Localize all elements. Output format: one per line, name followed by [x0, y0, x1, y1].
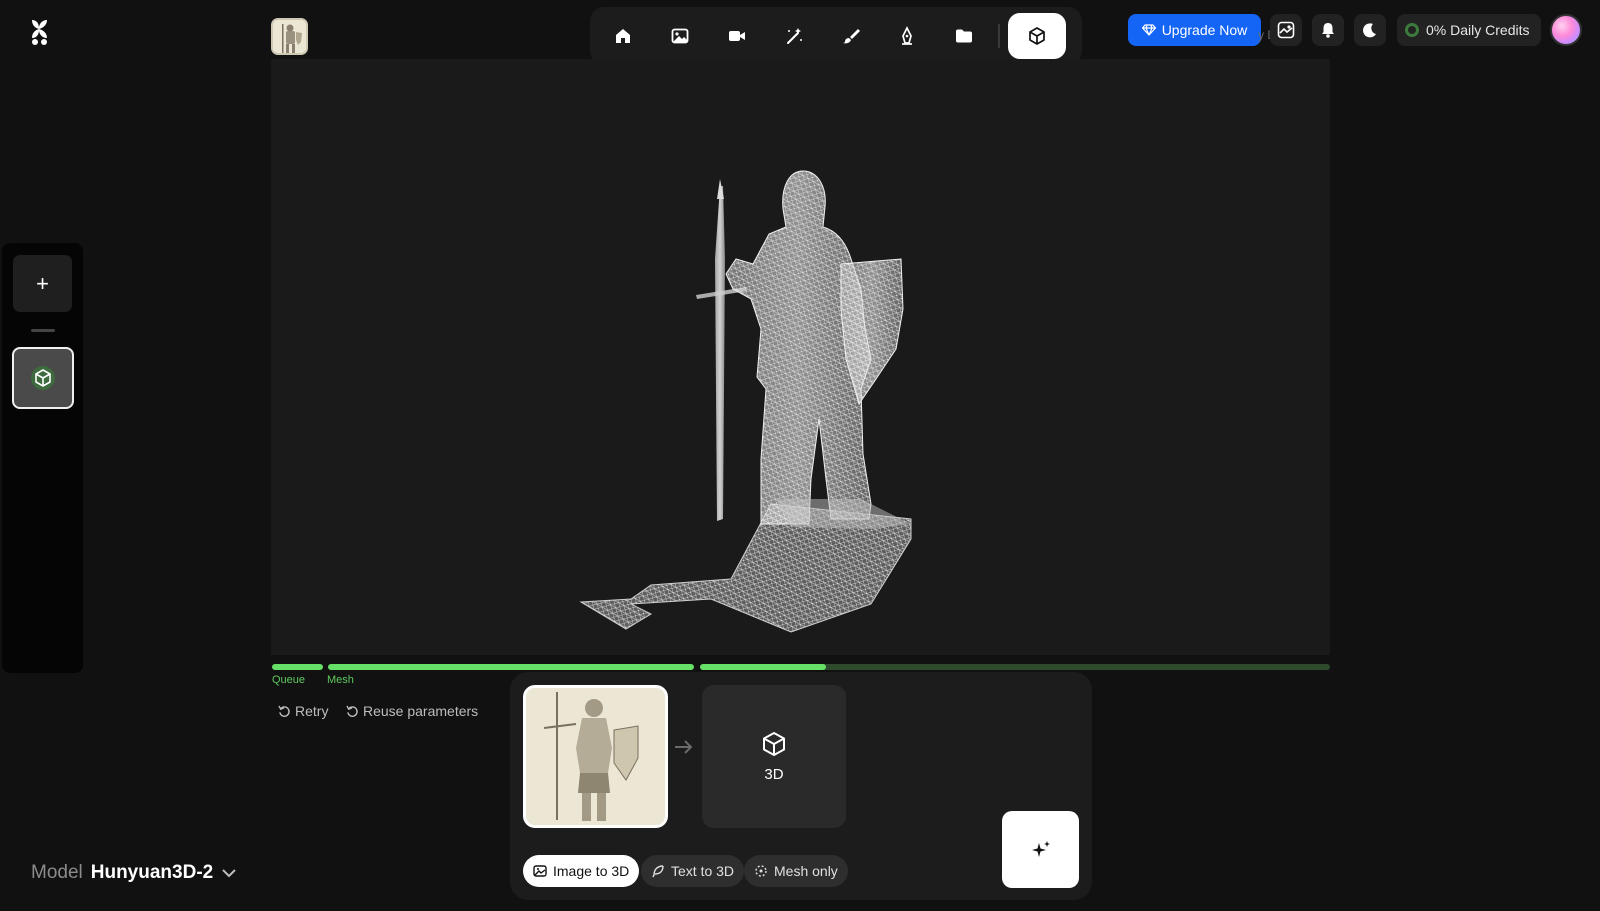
mode-image-to-3d[interactable]: Image to 3D	[523, 855, 640, 887]
output-3d-box[interactable]: 3D	[702, 685, 846, 828]
theme-toggle-button[interactable]	[1354, 14, 1386, 46]
3d-viewport[interactable]	[271, 59, 1330, 655]
credits-label: 0% Daily Credits	[1426, 22, 1530, 38]
model-label: Model	[31, 862, 83, 883]
progress-mesh-label: Mesh	[327, 674, 354, 686]
video-icon[interactable]	[714, 13, 761, 59]
main-toolbar	[590, 7, 1082, 65]
sidebar-divider	[31, 329, 55, 332]
image-icon	[533, 865, 547, 877]
mesh-icon	[755, 865, 767, 877]
plus-icon: +	[36, 270, 49, 296]
gallery-icon	[1277, 21, 1295, 39]
image-icon[interactable]	[657, 13, 704, 59]
generation-panel: 3D Image to 3D Text to 3D Mesh only	[510, 672, 1092, 900]
home-icon[interactable]	[600, 13, 647, 59]
cube-icon	[31, 366, 55, 390]
toolbar-divider	[997, 24, 1000, 48]
app-logo[interactable]	[28, 18, 52, 46]
wireframe-knight-model	[579, 170, 912, 633]
reuse-icon	[346, 705, 358, 717]
arrow-right-icon	[674, 740, 694, 759]
mode-label: Mesh only	[774, 863, 838, 879]
pen-nib-icon[interactable]	[884, 13, 931, 59]
folder-icon[interactable]	[941, 13, 988, 59]
progress-queue	[272, 664, 323, 670]
avatar[interactable]	[1550, 14, 1582, 46]
upgrade-button[interactable]: Upgrade Now	[1128, 14, 1261, 46]
mode-label: Image to 3D	[553, 863, 630, 879]
cube-icon[interactable]	[1007, 13, 1067, 59]
history-sidebar: +	[2, 243, 83, 673]
magic-wand-icon[interactable]	[770, 13, 817, 59]
brush-icon[interactable]	[827, 13, 874, 59]
history-item-3d[interactable]	[12, 347, 74, 409]
mode-text-to-3d[interactable]: Text to 3D	[641, 855, 745, 887]
cube-icon	[763, 732, 785, 756]
mode-label: Text to 3D	[671, 863, 735, 879]
diamond-icon	[1141, 24, 1156, 36]
knight-sketch-image	[526, 688, 665, 825]
chevron-down-icon	[222, 869, 236, 878]
input-image[interactable]	[523, 685, 668, 828]
progress-texture-fill	[700, 664, 826, 670]
retry-icon	[278, 705, 290, 717]
notifications-button[interactable]	[1312, 14, 1344, 46]
reuse-parameters-label: Reuse parameters	[363, 703, 479, 719]
retry-button[interactable]: Retry	[278, 703, 328, 719]
upgrade-label: Upgrade Now	[1161, 22, 1248, 38]
reuse-parameters-button[interactable]: Reuse parameters	[346, 703, 478, 719]
source-image-thumbnail[interactable]	[271, 18, 308, 55]
progress-queue-label: Queue	[272, 674, 306, 686]
moon-icon	[1363, 23, 1376, 38]
model-selector[interactable]: Model Hunyuan3D-2	[31, 862, 237, 884]
gallery-button[interactable]	[1270, 14, 1302, 46]
credits-ring-icon	[1405, 23, 1419, 37]
bell-icon	[1322, 23, 1334, 38]
mode-mesh-only[interactable]: Mesh only	[744, 855, 848, 887]
sparkles-icon	[1031, 840, 1050, 857]
daily-credits[interactable]: 0% Daily Credits	[1397, 14, 1541, 46]
model-value: Hunyuan3D-2	[90, 862, 214, 883]
new-generation-button[interactable]: +	[13, 255, 72, 312]
generate-button[interactable]	[1002, 811, 1079, 888]
progress-mesh	[328, 664, 694, 670]
output-label: 3D	[764, 766, 784, 783]
retry-label: Retry	[295, 703, 329, 719]
progress-texture	[700, 664, 1330, 670]
feather-icon	[652, 865, 664, 878]
